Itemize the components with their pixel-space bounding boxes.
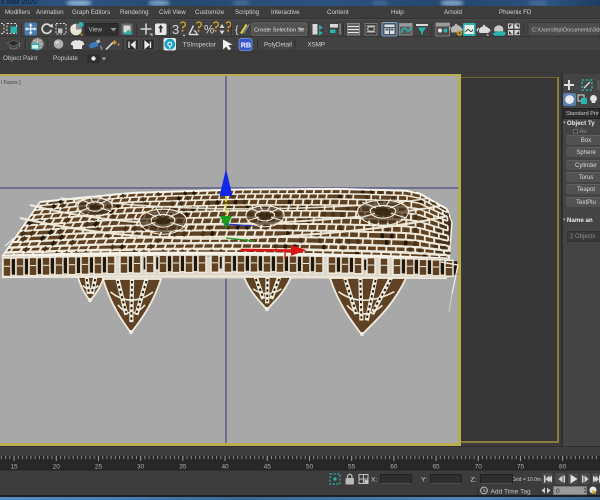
- svg-text:0: 0: [556, 488, 560, 495]
- svg-text:Z:: Z:: [471, 477, 477, 484]
- svg-text:X:: X:: [371, 477, 378, 484]
- svg-text:Y:: Y:: [421, 477, 427, 484]
- svg-text:Grid = 10.0m: Grid = 10.0m: [512, 477, 541, 483]
